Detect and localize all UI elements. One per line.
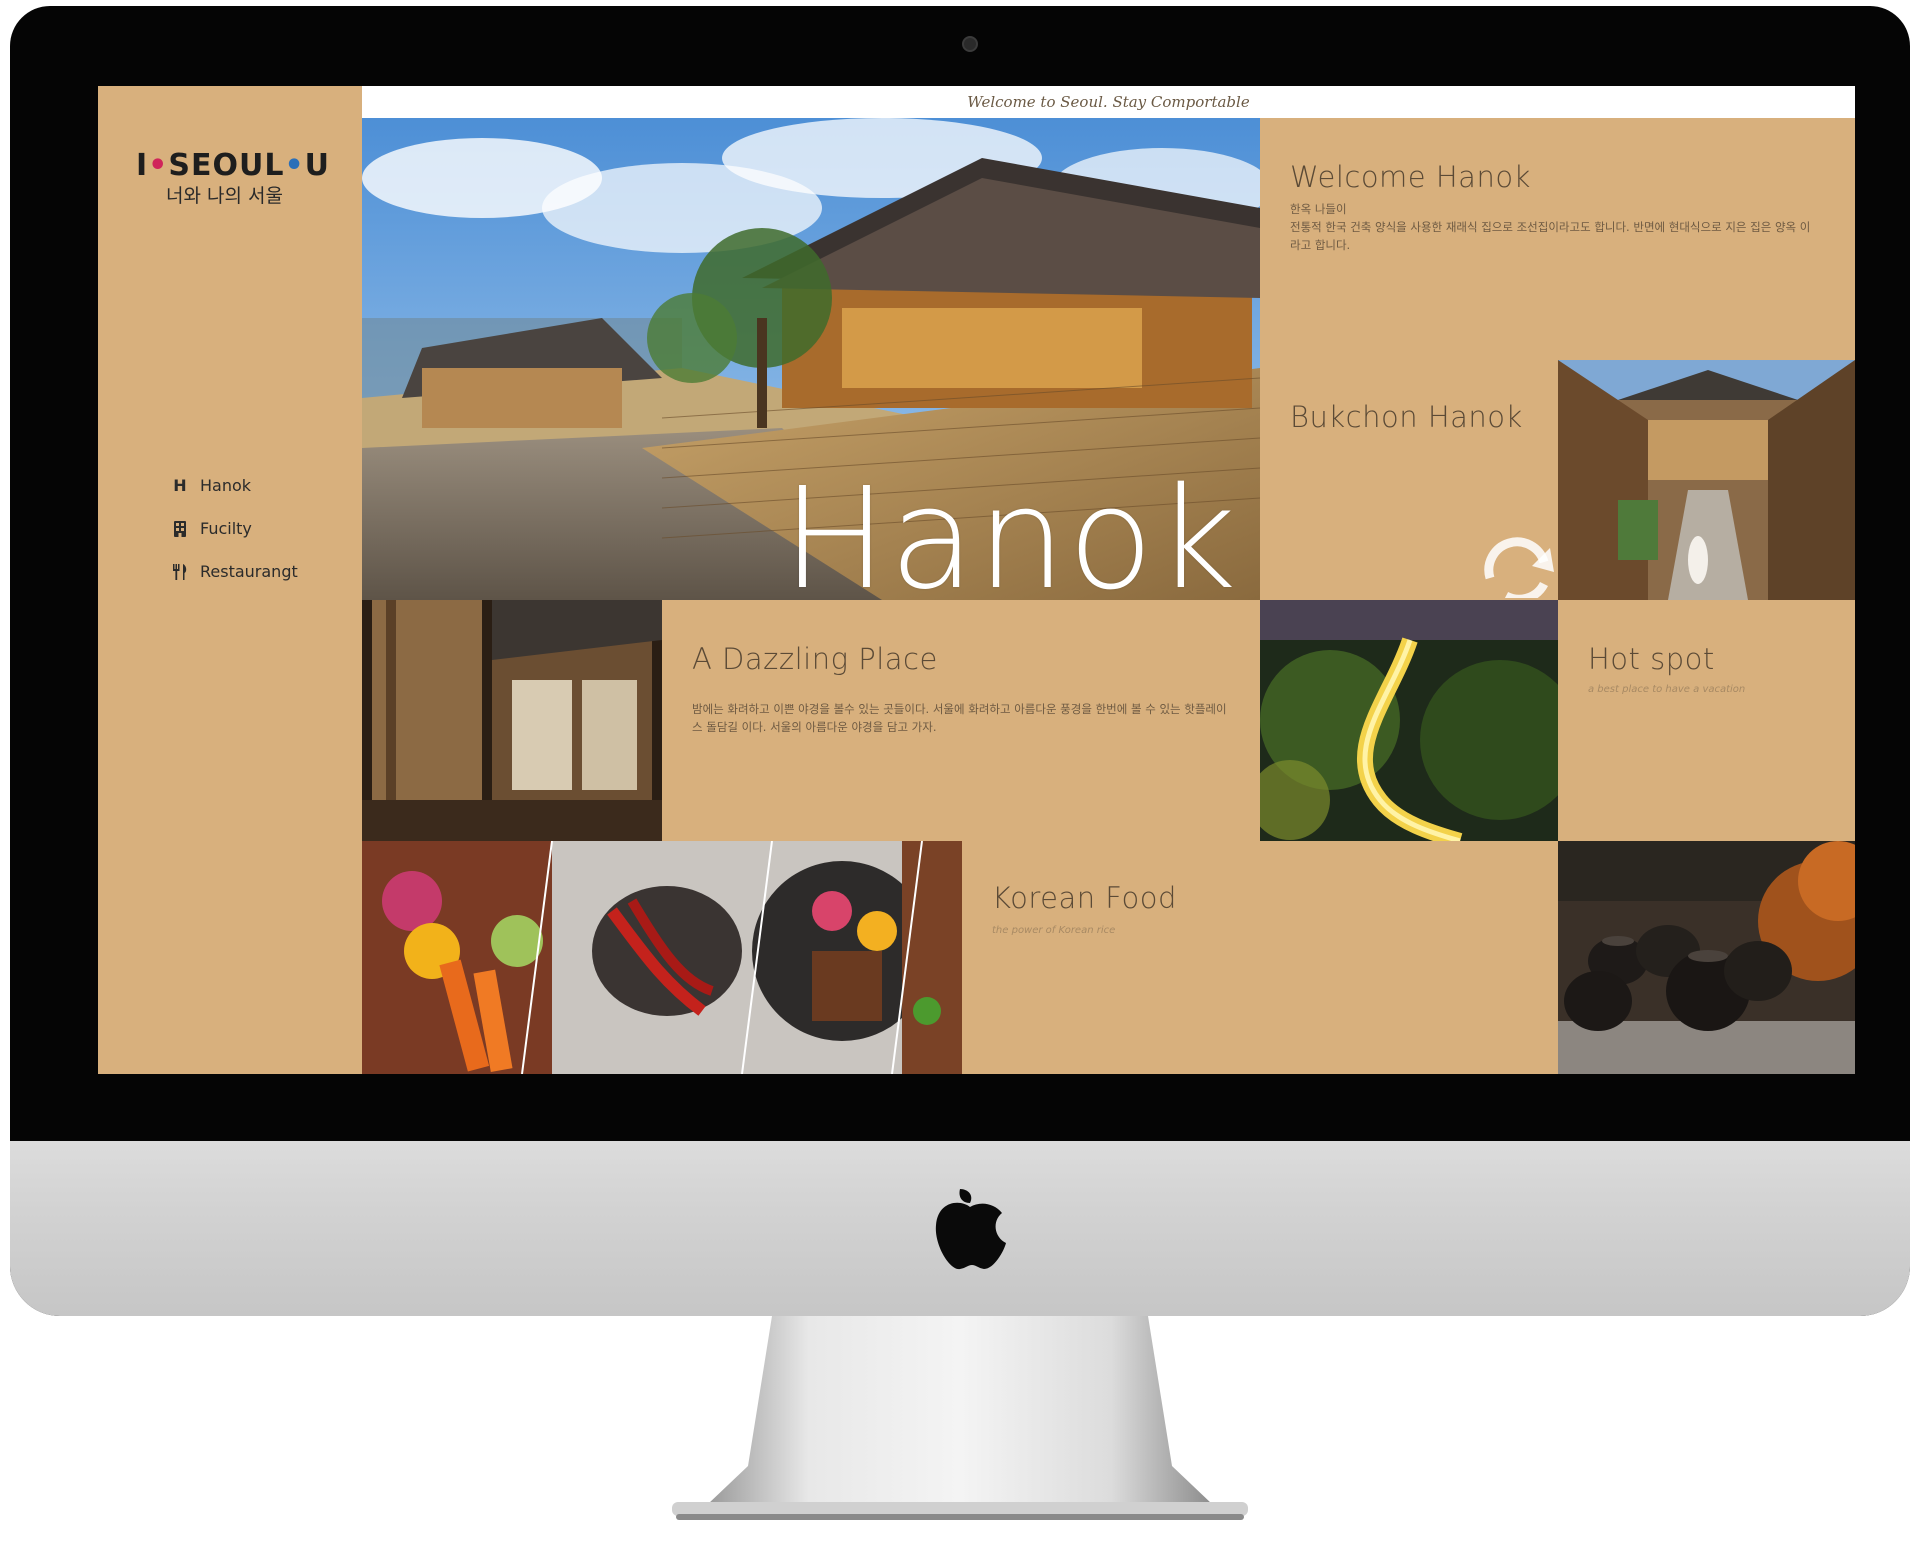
hot-spot-panel: Hot spot a best place to have a vacation <box>1558 600 1855 841</box>
fork-knife-icon <box>168 563 192 580</box>
welcome-hanok-line2: 전통적 한국 건축 양식을 사용한 재래식 집으로 조선집이라고도 합니다. 반… <box>1290 220 1811 252</box>
sidebar-item-label: Hanok <box>200 476 252 495</box>
sidebar-item-hanok[interactable]: H Hanok <box>168 464 298 507</box>
welcome-bar: Welcome to Seoul. Stay Comportable <box>362 86 1855 118</box>
welcome-hanok-line1: 한옥 나들이 <box>1290 202 1347 216</box>
korean-food-title: Korean Food <box>992 881 1177 915</box>
hanok-interior-image[interactable] <box>362 600 662 841</box>
imac-monitor: I•SEOUL•U 너와 나의 서울 H Hanok Fucilty Resta… <box>10 6 1910 1316</box>
brand-logo[interactable]: I•SEOUL•U 너와 나의 서울 <box>136 148 336 208</box>
dazzling-place-panel: A Dazzling Place 밤에는 화려하고 이쁜 야경을 볼수 있는 곳… <box>662 600 1260 841</box>
hot-spot-subtitle: a best place to have a vacation <box>1588 684 1746 695</box>
imac-stand <box>672 1316 1248 1520</box>
refresh-icon[interactable] <box>1470 534 1562 598</box>
korean-food-panel: Korean Food the power of Korean rice <box>962 841 1558 1074</box>
night-wall-image[interactable] <box>1260 600 1558 841</box>
camera-icon <box>962 36 978 52</box>
welcome-hanok-title: Welcome Hanok <box>1290 160 1531 194</box>
sidebar-item-label: Fucilty <box>200 519 252 538</box>
welcome-hanok-panel: Welcome Hanok 한옥 나들이 전통적 한국 건축 양식을 사용한 재… <box>1260 118 1855 360</box>
onggi-jars-image[interactable] <box>1558 841 1855 1074</box>
hero-hanok-image[interactable]: Hanok <box>362 118 1260 600</box>
welcome-hanok-text: 한옥 나들이 전통적 한국 건축 양식을 사용한 재래식 집으로 조선집이라고도… <box>1290 200 1820 254</box>
hero-title: Hanok <box>782 458 1239 600</box>
korean-food-subtitle: the power of Korean rice <box>992 925 1116 936</box>
dazzling-place-title: A Dazzling Place <box>692 642 938 676</box>
sidebar-item-label: Restaurangt <box>200 562 298 581</box>
logo-wordmark: I•SEOUL•U <box>136 148 331 183</box>
sidebar: I•SEOUL•U 너와 나의 서울 H Hanok Fucilty Resta… <box>98 86 362 1074</box>
website-screen: I•SEOUL•U 너와 나의 서울 H Hanok Fucilty Resta… <box>98 86 1855 1074</box>
hanok-h-icon: H <box>173 476 187 495</box>
dazzling-place-text: 밤에는 화려하고 이쁜 야경을 볼수 있는 곳들이다. 서울에 화려하고 아름다… <box>692 702 1227 734</box>
hot-spot-title: Hot spot <box>1588 642 1715 676</box>
building-icon <box>168 520 192 537</box>
apple-logo-icon <box>935 1189 1006 1270</box>
bukchon-alley-image[interactable] <box>1558 360 1855 600</box>
sidebar-item-fucilty[interactable]: Fucilty <box>168 507 298 550</box>
sidebar-nav: H Hanok Fucilty Restaurangt <box>168 464 298 593</box>
bukchon-hanok-title: Bukchon Hanok <box>1290 400 1523 434</box>
korean-food-image[interactable] <box>362 841 962 1074</box>
sidebar-item-restaurangt[interactable]: Restaurangt <box>168 550 298 593</box>
logo-subtitle: 너와 나의 서울 <box>166 185 283 207</box>
